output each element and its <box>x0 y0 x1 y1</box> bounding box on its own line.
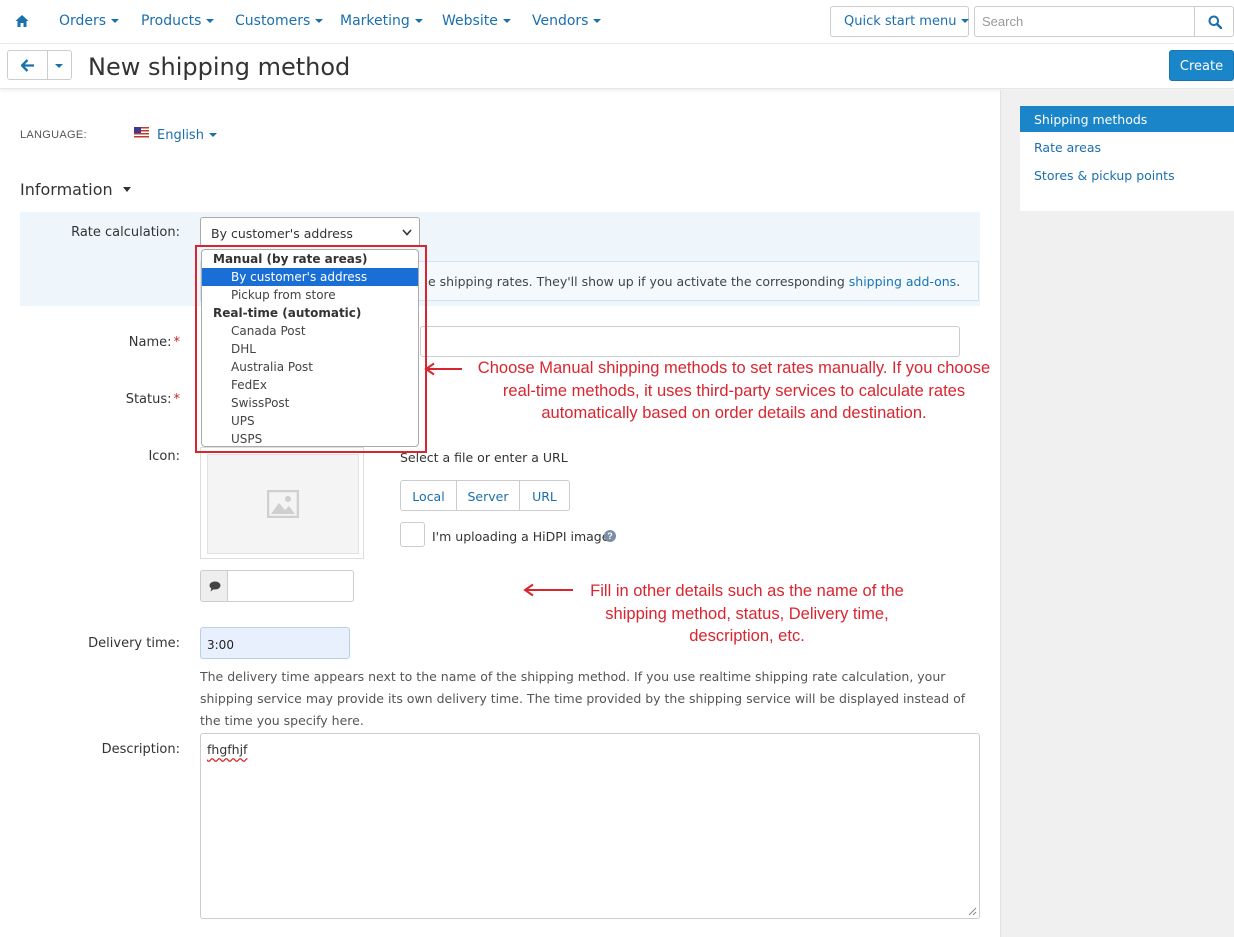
icon-placeholder <box>207 454 359 554</box>
quick-start-menu-button[interactable]: Quick start menu <box>830 6 970 37</box>
back-button[interactable] <box>7 50 48 80</box>
dropdown-option-usps[interactable]: USPS <box>202 430 418 446</box>
search-input[interactable] <box>974 6 1195 37</box>
chevron-down-icon <box>414 19 423 23</box>
image-placeholder-icon <box>267 490 299 518</box>
chevron-down-icon <box>502 19 511 23</box>
description-label: Description: <box>101 742 180 757</box>
top-navigation: Orders Products Customers Marketing Webs… <box>0 0 1234 44</box>
dropdown-option-pickup-from-store[interactable]: Pickup from store <box>202 286 418 304</box>
create-button[interactable]: Create <box>1169 50 1234 81</box>
nav-customers[interactable]: Customers <box>235 13 324 29</box>
dropdown-option-ups[interactable]: UPS <box>202 412 418 430</box>
language-selector[interactable]: English <box>157 128 217 143</box>
dropdown-group-manual: Manual (by rate areas) <box>213 252 368 266</box>
page-title: New shipping method <box>88 53 351 81</box>
icon-preview <box>200 447 364 559</box>
section-information-toggle[interactable]: Information <box>20 180 131 199</box>
upload-local-button[interactable]: Local <box>400 480 457 511</box>
dropdown-option-australia-post[interactable]: Australia Post <box>202 358 418 376</box>
annotation-arrow-icon <box>523 583 573 597</box>
upload-server-button[interactable]: Server <box>456 480 520 511</box>
sidebar-item-rate-areas[interactable]: Rate areas <box>1020 134 1234 160</box>
description-textarea[interactable]: fhgfhjf <box>200 733 980 919</box>
nav-orders[interactable]: Orders <box>59 13 120 29</box>
alt-text-input[interactable] <box>227 570 354 602</box>
select-file-label: Select a file or enter a URL <box>400 450 568 465</box>
hidpi-label: I'm uploading a HiDPI image. <box>432 529 614 544</box>
chevron-down-icon <box>315 19 324 23</box>
description-text: fhgfhjf <box>207 742 248 757</box>
sidebar-menu: Shipping methods Rate areas Stores & pic… <box>1020 106 1234 211</box>
chevron-down-icon <box>206 19 215 23</box>
chevron-down-icon <box>55 64 63 68</box>
language-label: LANGUAGE: <box>20 129 87 141</box>
search-button[interactable] <box>1194 6 1234 37</box>
comment-icon <box>209 581 221 592</box>
chevron-down-icon <box>593 19 602 23</box>
chevron-down-icon <box>402 229 412 236</box>
dropdown-option-dhl[interactable]: DHL <box>202 340 418 358</box>
question-icon[interactable]: ? <box>604 530 616 542</box>
home-icon[interactable] <box>14 13 30 29</box>
rate-calculation-dropdown: Manual (by rate areas) By customer's add… <box>201 249 419 447</box>
caret-down-icon <box>122 187 131 192</box>
nav-products[interactable]: Products <box>141 13 215 29</box>
nav-website[interactable]: Website <box>442 13 511 29</box>
arrow-left-icon <box>21 59 34 72</box>
page-toolbar: New shipping method Create <box>0 45 1234 89</box>
delivery-time-label: Delivery time: <box>88 636 180 651</box>
name-label: Name: * <box>128 335 180 350</box>
chevron-down-icon <box>961 19 970 23</box>
delivery-time-input[interactable]: 3:00 <box>200 627 350 659</box>
chevron-down-icon <box>208 133 217 137</box>
sidebar-item-shipping-methods[interactable]: Shipping methods <box>1020 106 1234 132</box>
annotation-arrow-icon <box>424 362 462 376</box>
nav-vendors[interactable]: Vendors <box>532 13 602 29</box>
name-input[interactable] <box>420 326 960 357</box>
back-menu-button[interactable] <box>47 50 72 80</box>
search-icon <box>1208 15 1222 29</box>
upload-source-tabs: Local Server URL <box>400 480 570 511</box>
icon-label: Icon: <box>148 449 180 464</box>
dropdown-option-fedex[interactable]: FedEx <box>202 376 418 394</box>
dropdown-option-canada-post[interactable]: Canada Post <box>202 322 418 340</box>
chevron-down-icon <box>111 19 120 23</box>
annotation-callout-other-details: Fill in other details such as the name o… <box>590 582 904 645</box>
annotation-callout-rate-types: Choose Manual shipping methods to set ra… <box>477 359 991 422</box>
rate-calculation-select[interactable]: By customer's address <box>200 217 420 247</box>
rate-calculation-label: Rate calculation: <box>71 225 180 240</box>
dropdown-group-realtime: Real-time (automatic) <box>213 306 362 320</box>
dropdown-option-swisspost[interactable]: SwissPost <box>202 394 418 412</box>
hidpi-checkbox[interactable] <box>400 522 425 547</box>
upload-url-button[interactable]: URL <box>519 480 570 511</box>
shipping-addons-link[interactable]: shipping add-ons <box>849 274 956 289</box>
resize-grip-icon[interactable] <box>968 907 977 916</box>
dropdown-option-customers-address[interactable]: By customer's address <box>202 268 418 286</box>
sidebar-item-stores-pickup-points[interactable]: Stores & pickup points <box>1020 162 1234 188</box>
delivery-time-help: The delivery time appears next to the na… <box>200 669 966 728</box>
alt-text-addon <box>200 570 228 602</box>
us-flag-icon <box>134 127 149 138</box>
status-label: Status: * <box>125 392 180 407</box>
nav-marketing[interactable]: Marketing <box>340 13 423 29</box>
sidebar: Shipping methods Rate areas Stores & pic… <box>1000 90 1234 937</box>
